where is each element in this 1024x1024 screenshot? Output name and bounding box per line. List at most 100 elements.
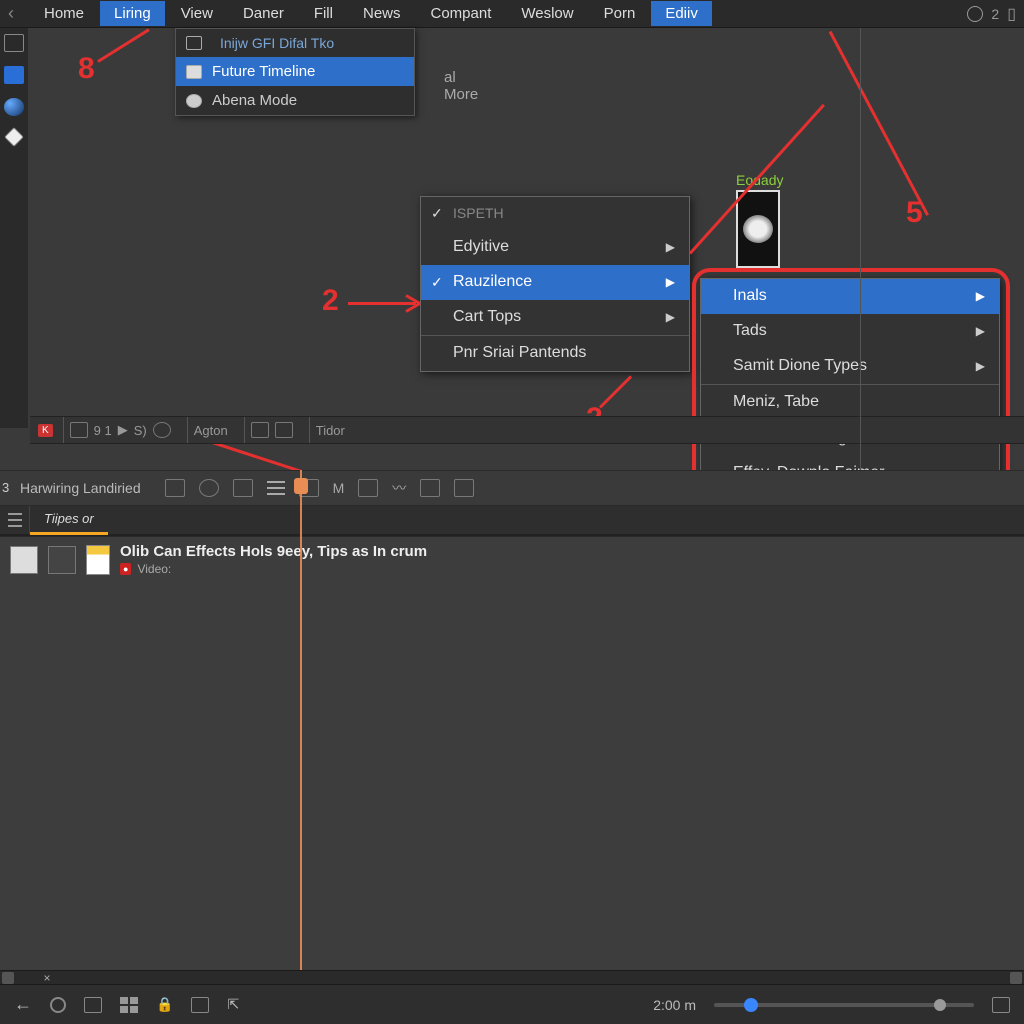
menu-porn[interactable]: Porn: [590, 1, 650, 26]
share-icon[interactable]: ⇱: [227, 996, 239, 1013]
prev-icon[interactable]: [70, 422, 88, 438]
footer-icon-1[interactable]: [84, 997, 102, 1013]
menu-liring[interactable]: Liring: [100, 1, 165, 26]
annotation-arrow-2: [348, 302, 416, 305]
tool-icon-diamond[interactable]: [4, 127, 24, 147]
ctx-item-label: Tads: [733, 322, 767, 340]
tool-btn-2[interactable]: [275, 422, 293, 438]
icon-target[interactable]: [199, 479, 219, 497]
slider-marker: [934, 999, 946, 1011]
grid-icon[interactable]: [120, 997, 138, 1013]
tool-icon-globe[interactable]: [4, 98, 24, 116]
dropdown-header-label: Inijw GFI Difal Tko: [220, 35, 334, 51]
clip-info: Olib Can Effects Hols 9eey, Tips as In c…: [120, 543, 427, 576]
panel-toolbar: Harwiring Landiried M 〰: [0, 470, 1024, 506]
icon-wave[interactable]: 〰: [392, 478, 406, 498]
icon-rect5[interactable]: [454, 479, 474, 497]
bookmark-icon[interactable]: ▯: [1007, 4, 1016, 24]
ctx-item-label: Edyitive: [453, 238, 509, 256]
clip-title: Olib Can Effects Hols 9eey, Tips as In c…: [120, 543, 427, 560]
horizontal-scrollbar[interactable]: ×: [0, 970, 1024, 984]
toolbar-seg-agton[interactable]: Agton: [187, 417, 234, 443]
clip-thumb-1[interactable]: [10, 546, 38, 574]
menu-weslow[interactable]: Weslow: [507, 1, 587, 26]
menu-view[interactable]: View: [167, 1, 227, 26]
ctx-item-pnr-sriai[interactable]: Pnr Sriai Pantends: [421, 335, 689, 371]
apple-icon[interactable]: [153, 422, 171, 438]
toolbar-seg-icons: [244, 417, 299, 443]
sub-item-samit-dione[interactable]: Samit Dione Types ▶: [701, 349, 999, 384]
check-icon: ✓: [431, 205, 443, 222]
tool-btn-1[interactable]: [251, 422, 269, 438]
menu-home[interactable]: Home: [30, 1, 98, 26]
icon-rect3[interactable]: [358, 479, 378, 497]
timeline-icon: [186, 65, 202, 79]
submenu-arrow-icon: ▶: [976, 324, 985, 338]
annotation-arrow-8: [97, 28, 149, 62]
dropdown-item-label: Future Timeline: [212, 63, 315, 80]
ruler-zero-marker: 3: [2, 480, 22, 495]
back-icon[interactable]: ‹: [8, 3, 28, 24]
scroll-close-icon[interactable]: ×: [40, 971, 54, 985]
playhead-line[interactable]: [300, 470, 302, 980]
context-submenu[interactable]: Inals ▶ Tads ▶ Samit Dione Types ▶ Meniz…: [700, 278, 1000, 492]
menu-news[interactable]: News: [349, 1, 415, 26]
ctx-item-cart-tops[interactable]: Cart Tops ▶: [421, 300, 689, 335]
lock-icon[interactable]: 🔒: [156, 996, 173, 1013]
menubar-counter: 2: [991, 6, 999, 22]
playhead-handle[interactable]: [294, 478, 308, 494]
play-icon[interactable]: ▶: [118, 422, 128, 438]
menu-daner[interactable]: Daner: [229, 1, 298, 26]
sub-item-tads[interactable]: Tads ▶: [701, 314, 999, 349]
context-menu-primary[interactable]: ✓ ISPETH Edyitive ▶ ✓ Rauzilence ▶ Cart …: [420, 196, 690, 372]
ctx-item-label: Samit Dione Types: [733, 357, 867, 375]
submenu-arrow-icon: ▶: [666, 275, 675, 289]
scroll-cap-left[interactable]: [2, 972, 14, 984]
footer-icon-end[interactable]: [992, 997, 1010, 1013]
dropdown-item-future-timeline[interactable]: Future Timeline: [176, 57, 414, 86]
ctx-item-label: ISPETH: [453, 205, 504, 221]
globe-icon[interactable]: [967, 6, 983, 22]
submenu-arrow-icon: ▶: [976, 289, 985, 303]
tabs-toggle-icon[interactable]: [0, 506, 30, 534]
slider-handle[interactable]: [744, 998, 758, 1012]
footer-time: 2:00 m: [653, 997, 696, 1013]
ctx-item-ispeth[interactable]: ✓ ISPETH: [421, 197, 689, 230]
menu-ediiv[interactable]: Ediiv: [651, 1, 712, 26]
liring-dropdown[interactable]: Inijw GFI Difal Tko Future Timeline al M…: [175, 28, 415, 116]
icon-chart[interactable]: [165, 479, 185, 497]
sub-item-meniz-tabe[interactable]: Meniz, Tabe: [701, 384, 999, 420]
toolbar-seg-tidor[interactable]: Tidor: [309, 417, 351, 443]
back-arrow-icon[interactable]: ←: [14, 994, 32, 1015]
ctx-item-label: Pnr Sriai Pantends: [453, 344, 586, 362]
dropdown-item-label: Abena Mode: [212, 92, 297, 109]
clip-thumb-doc[interactable]: [86, 545, 110, 575]
preview-thumbnail[interactable]: [736, 190, 780, 268]
ctx-item-label: Rauzilence: [453, 273, 532, 291]
tool-icon-puzzle[interactable]: [4, 66, 24, 84]
icon-rect1[interactable]: [233, 479, 253, 497]
clip-thumb-2[interactable]: [48, 546, 76, 574]
panel-tab-harwiring[interactable]: Harwiring Landiried: [10, 474, 151, 502]
submenu-arrow-icon: ▶: [666, 240, 675, 254]
sub-item-inals[interactable]: Inals ▶: [701, 279, 999, 314]
ctx-item-rauzilence[interactable]: ✓ Rauzilence ▶: [421, 265, 689, 300]
zoom-slider[interactable]: [714, 1003, 974, 1007]
icon-rect4[interactable]: [420, 479, 440, 497]
dropdown-item-abena-mode[interactable]: Abena Mode: [176, 86, 414, 115]
icon-m[interactable]: M: [333, 480, 345, 496]
footer-icon-2[interactable]: [191, 997, 209, 1013]
scroll-cap-right[interactable]: [1010, 972, 1022, 984]
menu-compant[interactable]: Compant: [417, 1, 506, 26]
ctx-item-label: Meniz, Tabe: [733, 393, 819, 411]
tab-tiipes[interactable]: Tiipes or: [30, 505, 108, 535]
timeline-content[interactable]: Olib Can Effects Hols 9eey, Tips as In c…: [0, 536, 1024, 974]
refresh-icon[interactable]: [50, 997, 66, 1013]
submenu-arrow-icon: ▶: [666, 310, 675, 324]
content-row[interactable]: Olib Can Effects Hols 9eey, Tips as In c…: [0, 537, 1024, 582]
header-icon: [186, 36, 202, 50]
menu-fill[interactable]: Fill: [300, 1, 347, 26]
tool-icon-1[interactable]: [4, 34, 24, 52]
icon-lines[interactable]: [267, 481, 285, 495]
ctx-item-edyitive[interactable]: Edyitive ▶: [421, 230, 689, 265]
